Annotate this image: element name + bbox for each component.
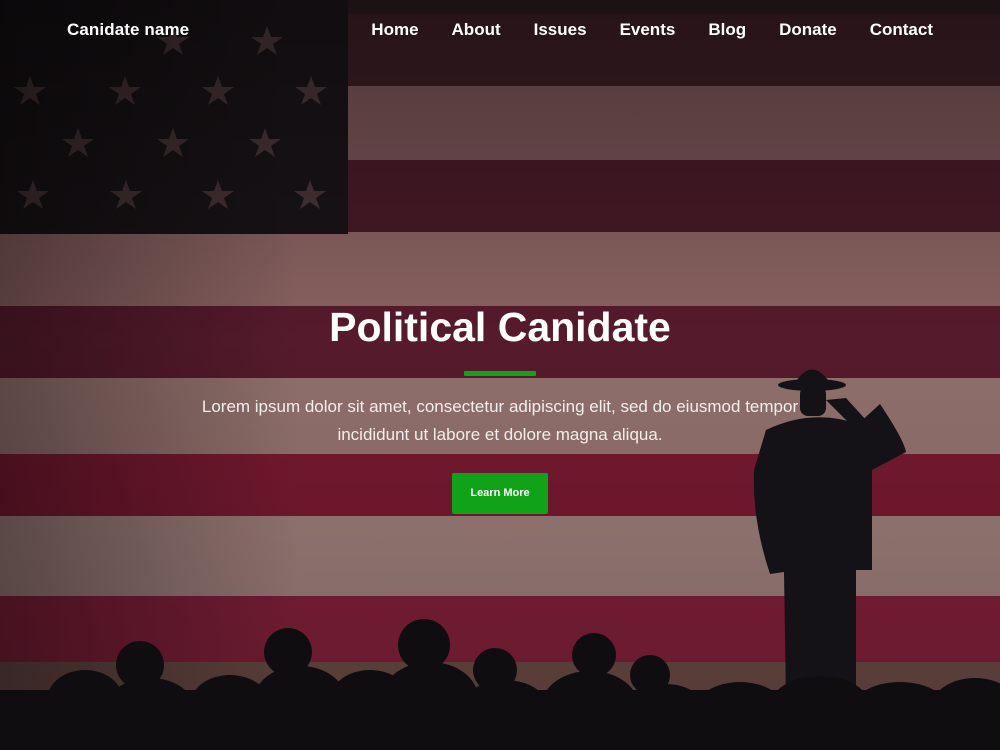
- nav-item-contact: Contact: [870, 20, 933, 40]
- nav-link-issues[interactable]: Issues: [534, 20, 587, 39]
- hero-section: Political Canidate Lorem ipsum dolor sit…: [0, 300, 1000, 514]
- nav-link-events[interactable]: Events: [620, 20, 676, 39]
- nav-link-home[interactable]: Home: [371, 20, 418, 39]
- top-navigation: Canidate name Home About Issues Events B…: [0, 0, 1000, 62]
- nav-link-about[interactable]: About: [452, 20, 501, 39]
- nav-link-donate[interactable]: Donate: [779, 20, 837, 39]
- nav-menu: Home About Issues Events Blog Donate Con…: [371, 20, 933, 40]
- nav-link-contact[interactable]: Contact: [870, 20, 933, 39]
- learn-more-button[interactable]: Learn More: [452, 473, 548, 514]
- brand-link[interactable]: Canidate name: [67, 20, 189, 40]
- hero-title: Political Canidate: [329, 304, 671, 350]
- page: Canidate name Home About Issues Events B…: [0, 0, 1000, 750]
- nav-item-about: About: [452, 20, 501, 40]
- nav-item-issues: Issues: [534, 20, 587, 40]
- nav-item-events: Events: [620, 20, 676, 40]
- hero-description: Lorem ipsum dolor sit amet, consectetur …: [201, 397, 799, 444]
- hero-divider: [464, 371, 536, 376]
- nav-item-blog: Blog: [708, 20, 746, 40]
- nav-item-home: Home: [371, 20, 418, 40]
- nav-link-blog[interactable]: Blog: [708, 20, 746, 39]
- nav-item-donate: Donate: [779, 20, 837, 40]
